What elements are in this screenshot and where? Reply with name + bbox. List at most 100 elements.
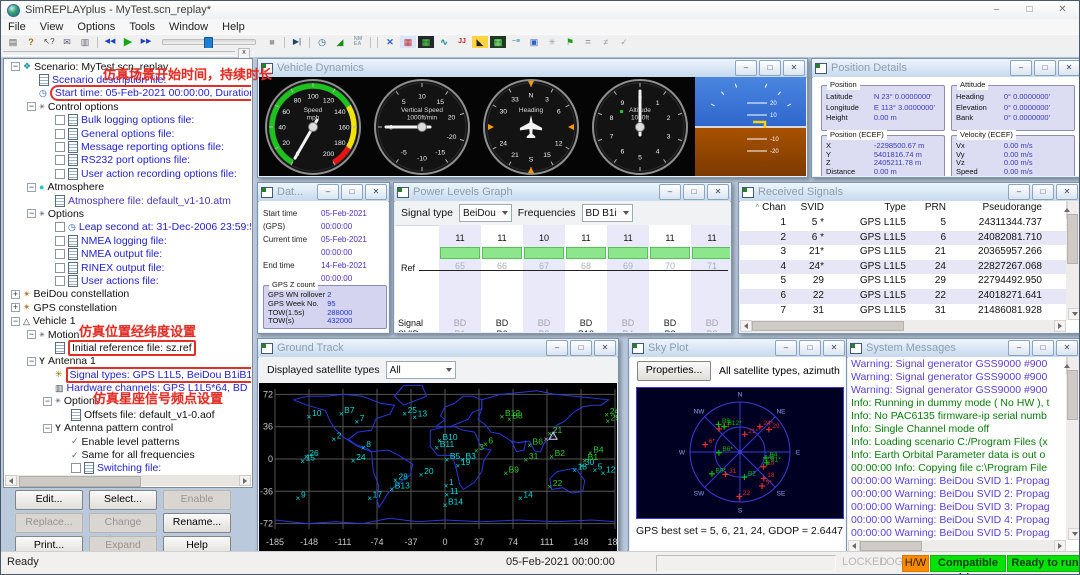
window-titlebar[interactable]: Received Signals –□✕	[739, 183, 1080, 202]
scroll-down-icon[interactable]	[1068, 308, 1079, 320]
play-icon[interactable]: ▶	[120, 36, 136, 49]
scrollbar-thumb[interactable]	[1067, 214, 1078, 264]
stop-icon[interactable]: ■	[264, 36, 280, 49]
signal-type-dropdown[interactable]: BeiDou	[459, 204, 512, 222]
window-titlebar[interactable]: Position Details –□✕	[812, 59, 1080, 78]
checkbox[interactable]	[55, 263, 65, 273]
view-attitude-icon[interactable]: ◣	[472, 36, 488, 49]
hardware-check-icon[interactable]: ?	[23, 36, 39, 49]
expander-icon[interactable]: +	[11, 290, 20, 299]
checkbox[interactable]	[71, 463, 81, 473]
close-icon[interactable]: ✕	[365, 184, 387, 200]
fast-forward-icon[interactable]: ▶▶	[138, 36, 154, 49]
skew-icon[interactable]: ≠	[598, 36, 614, 49]
expander-icon[interactable]: −	[43, 397, 52, 406]
tree-item[interactable]: General options file:	[5, 127, 251, 140]
close-icon[interactable]: ✕	[707, 184, 729, 200]
checkbox[interactable]	[55, 236, 65, 246]
app-minimize-icon[interactable]: –	[980, 1, 1013, 19]
tree-item[interactable]: ◷Start time: 05-Feb-2021 00:00:00, Durat…	[5, 87, 251, 100]
window-titlebar[interactable]: Dat... –□✕	[258, 183, 389, 202]
scroll-left-icon[interactable]	[5, 475, 17, 486]
close-icon[interactable]: ✕	[1058, 60, 1080, 76]
maximize-icon[interactable]: □	[1032, 184, 1054, 200]
table-row[interactable]: 26 *GPS L1L5624082081.710	[740, 231, 1066, 246]
menu-view[interactable]: View	[33, 21, 71, 33]
playback-slider[interactable]	[162, 39, 256, 45]
frequencies-dropdown[interactable]: BD B1i	[582, 204, 633, 222]
properties-button[interactable]: Properties...	[637, 361, 711, 381]
scrollbar-thumb[interactable]	[860, 541, 922, 551]
table-row[interactable]: 622GPS L1L52224018271.641	[740, 289, 1066, 304]
checkbox[interactable]	[55, 222, 65, 232]
menu-help[interactable]: Help	[215, 21, 252, 33]
table-header[interactable]: ^ ChanSVIDTypePRNPseudorange	[740, 201, 1066, 217]
tree-item[interactable]: −✳Control options	[5, 100, 251, 113]
scrollbar-thumb[interactable]	[19, 476, 141, 487]
equal-icon[interactable]: =	[580, 36, 596, 49]
checkbox[interactable]	[55, 115, 65, 125]
tree-item[interactable]: +✴BeiDou constellation	[5, 288, 251, 301]
view-vehicle-icon[interactable]: ▦	[490, 36, 506, 49]
tree-item[interactable]: Offsets file: default_v1-0.aof	[5, 408, 251, 421]
tree-item[interactable]: NMEA logging file:	[5, 234, 251, 247]
view-levels-icon[interactable]: −≡	[508, 36, 524, 49]
menu-tools[interactable]: Tools	[122, 21, 162, 33]
expander-icon[interactable]: −	[27, 183, 36, 192]
expander-icon[interactable]: −	[27, 357, 36, 366]
expander-icon[interactable]: −	[11, 62, 20, 71]
window-titlebar[interactable]: Power Levels Graph –□✕	[394, 183, 731, 202]
view-interference-icon[interactable]: JJ	[454, 36, 470, 49]
tree-item[interactable]: User action recording options file:	[5, 167, 251, 180]
minimize-icon[interactable]: –	[546, 340, 568, 356]
context-help-icon[interactable]: ↖?	[41, 36, 57, 49]
maximize-icon[interactable]: □	[799, 340, 821, 356]
nmea-toggle-icon[interactable]: NM EA	[350, 36, 366, 49]
antenna-status-icon[interactable]: ▥	[77, 36, 93, 49]
close-icon[interactable]: ✕	[783, 60, 805, 76]
scroll-left-icon[interactable]	[740, 320, 752, 332]
close-icon[interactable]: ✕	[1056, 184, 1078, 200]
menu-window[interactable]: Window	[162, 21, 215, 33]
table-row[interactable]: 321*GPS L1L52120365957.266	[740, 245, 1066, 260]
view-ground-track-icon[interactable]: ▦	[418, 36, 434, 49]
apply-icon[interactable]: ✓	[616, 36, 632, 49]
tree-item[interactable]: ✓Enable level patterns	[5, 435, 251, 448]
checkbox[interactable]	[55, 169, 65, 179]
tree-item[interactable]: RINEX output file:	[5, 261, 251, 274]
app-titlebar[interactable]: SimREPLAYplus - MyTest.scn_replay* –□✕	[1, 1, 1079, 20]
scroll-right-icon[interactable]	[1054, 320, 1066, 332]
app-close-icon[interactable]: ✕	[1046, 1, 1079, 19]
table-row[interactable]: 15 *GPS L1L5524311344.737	[740, 216, 1066, 231]
rename-button[interactable]: Rename...	[163, 513, 231, 533]
tree-item[interactable]: −YAntenna pattern control	[5, 422, 251, 435]
minimize-icon[interactable]: –	[1008, 340, 1030, 356]
view-skyplot-icon[interactable]: ✕	[382, 36, 398, 49]
tree-horizontal-scrollbar[interactable]	[5, 475, 251, 486]
minimize-icon[interactable]: –	[735, 60, 757, 76]
select-button[interactable]: Select...	[89, 490, 157, 510]
print-icon[interactable]: ▤	[5, 36, 21, 49]
window-titlebar[interactable]: Sky Plot –□✕	[629, 339, 847, 358]
checkbox[interactable]	[55, 249, 65, 259]
window-titlebar[interactable]: Ground Track –□✕	[258, 339, 618, 358]
minimize-icon[interactable]: –	[1008, 184, 1030, 200]
table-row[interactable]: 731GPS L1L53121486081.928	[740, 304, 1066, 319]
tree-item[interactable]: Message reporting options file:	[5, 140, 251, 153]
checkbox[interactable]	[55, 155, 65, 165]
clock-icon[interactable]: ◷	[314, 36, 330, 49]
close-icon[interactable]: ✕	[594, 340, 616, 356]
minimize-icon[interactable]: –	[775, 340, 797, 356]
checkbox[interactable]	[55, 276, 65, 286]
tree-item[interactable]: ✳Signal types: GPS L1L5, BeiDou B1iB1c	[5, 368, 251, 381]
tree-item[interactable]: ✓Same for all frequencies	[5, 448, 251, 461]
checkbox[interactable]	[55, 142, 65, 152]
pin-icon[interactable]: ⚑	[562, 36, 578, 49]
minimize-icon[interactable]: –	[317, 184, 339, 200]
view-windows-icon[interactable]: ▣	[526, 36, 542, 49]
expander-icon[interactable]: +	[11, 303, 20, 312]
snapshot-icon[interactable]: ✳	[544, 36, 560, 49]
scroll-right-icon[interactable]	[239, 475, 251, 486]
ramp-icon[interactable]: ◢	[332, 36, 348, 49]
expander-icon[interactable]: −	[11, 317, 20, 326]
